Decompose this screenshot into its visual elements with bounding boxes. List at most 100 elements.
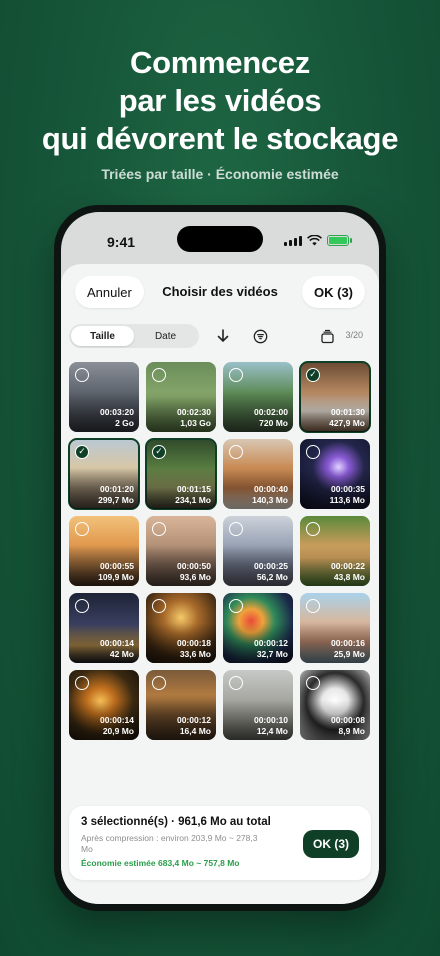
filter-icon[interactable] — [248, 324, 272, 348]
video-grid: 00:03:20 2 Go 00:02:30 1,03 Go 00:02:00 720 M… — [68, 361, 371, 740]
checkmark-icon[interactable]: ✓ — [306, 368, 320, 382]
status-icons — [284, 235, 352, 246]
select-circle-icon[interactable] — [152, 522, 166, 536]
select-circle-icon[interactable] — [75, 599, 89, 613]
video-tile[interactable]: 00:00:12 16,4 Mo — [146, 670, 216, 740]
sort-segmented-control: Taille Date — [69, 324, 199, 348]
video-duration: 00:00:25 — [253, 561, 288, 571]
video-size: 299,7 Mo — [98, 495, 134, 505]
video-duration: 00:00:55 — [99, 561, 134, 571]
video-duration: 00:01:20 — [99, 484, 134, 494]
video-tile[interactable]: 00:00:14 42 Mo — [69, 593, 139, 663]
video-tile[interactable]: 00:00:35 113,6 Mo — [300, 439, 370, 509]
select-circle-icon[interactable] — [75, 522, 89, 536]
video-size: 2 Go — [115, 418, 134, 428]
status-bar: 9:41 — [61, 212, 379, 262]
phone-screen: 9:41 Annuler Choisir des vidéos OK (3) T… — [61, 212, 379, 904]
checkmark-icon[interactable]: ✓ — [75, 445, 89, 459]
select-circle-icon[interactable] — [75, 676, 89, 690]
video-duration: 00:00:40 — [253, 484, 288, 494]
select-circle-icon[interactable] — [152, 676, 166, 690]
promo-headline: Commencez par les vidéos qui dévorent le… — [0, 44, 440, 158]
summary-total: 3 sélectionné(s) · 961,6 Mo au total — [81, 816, 271, 828]
select-circle-icon[interactable] — [229, 445, 243, 459]
video-tile[interactable]: 00:00:18 33,6 Mo — [146, 593, 216, 663]
video-duration: 00:03:20 — [99, 407, 134, 417]
video-tile[interactable]: 00:03:20 2 Go — [69, 362, 139, 432]
video-duration: 00:00:16 — [330, 638, 365, 648]
video-duration: 00:00:35 — [330, 484, 365, 494]
video-duration: 00:00:12 — [176, 715, 211, 725]
video-tile[interactable]: ✓ 00:01:30 427,9 Mo — [299, 361, 371, 433]
dynamic-island — [177, 226, 263, 252]
summary-savings: Économie estimée 683,4 Mo ~ 757,8 Mo — [81, 858, 240, 868]
video-size: 93,6 Mo — [179, 572, 211, 582]
video-tile[interactable]: 00:00:25 56,2 Mo — [223, 516, 293, 586]
video-tile[interactable]: 00:00:40 140,3 Mo — [223, 439, 293, 509]
video-tile[interactable]: ✓ 00:01:15 234,1 Mo — [145, 438, 217, 510]
video-size: 720 Mo — [259, 418, 288, 428]
video-tile[interactable]: 00:02:30 1,03 Go — [146, 362, 216, 432]
headline-line-2: par les vidéos — [118, 83, 322, 118]
select-circle-icon[interactable] — [306, 676, 320, 690]
select-circle-icon[interactable] — [75, 368, 89, 382]
video-size: 20,9 Mo — [102, 726, 134, 736]
battery-icon — [327, 235, 352, 246]
signal-icon — [284, 235, 302, 246]
cancel-button[interactable]: Annuler — [75, 276, 144, 308]
video-duration: 00:00:10 — [253, 715, 288, 725]
selection-summary: 3 sélectionné(s) · 961,6 Mo au total Apr… — [69, 806, 371, 880]
video-tile[interactable]: 00:00:10 12,4 Mo — [223, 670, 293, 740]
video-tile[interactable]: ✓ 00:01:20 299,7 Mo — [68, 438, 140, 510]
video-size: 25,9 Mo — [333, 649, 365, 659]
stack-icon[interactable] — [315, 324, 339, 348]
wifi-icon — [307, 235, 322, 246]
select-circle-icon[interactable] — [229, 676, 243, 690]
select-circle-icon[interactable] — [152, 599, 166, 613]
headline-line-3: qui dévorent le stockage — [41, 121, 399, 156]
arrow-down-icon[interactable] — [211, 324, 235, 348]
select-circle-icon[interactable] — [229, 522, 243, 536]
video-tile[interactable]: 00:00:22 43,8 Mo — [300, 516, 370, 586]
select-circle-icon[interactable] — [306, 445, 320, 459]
status-time: 9:41 — [107, 234, 136, 250]
video-duration: 00:00:14 — [99, 638, 134, 648]
video-size: 234,1 Mo — [175, 495, 211, 505]
video-tile[interactable]: 00:00:50 93,6 Mo — [146, 516, 216, 586]
video-size: 1,03 Go — [180, 418, 211, 428]
sort-option-date[interactable]: Date — [134, 326, 197, 346]
video-tile[interactable]: 00:00:16 25,9 Mo — [300, 593, 370, 663]
video-duration: 00:00:12 — [253, 638, 288, 648]
select-circle-icon[interactable] — [229, 599, 243, 613]
video-duration: 00:00:14 — [99, 715, 134, 725]
promo-subtitle: Triées par taille · Économie estimée — [101, 166, 339, 182]
video-tile[interactable]: 00:00:08 8,9 Mo — [300, 670, 370, 740]
video-size: 140,3 Mo — [252, 495, 288, 505]
ok-button-bottom[interactable]: OK (3) — [303, 830, 359, 858]
video-size: 32,7 Mo — [256, 649, 288, 659]
video-duration: 00:02:00 — [253, 407, 288, 417]
video-size: 427,9 Mo — [329, 418, 365, 428]
video-duration: 00:00:18 — [176, 638, 211, 648]
page-count: 3/20 — [345, 330, 363, 340]
video-size: 113,6 Mo — [329, 495, 365, 505]
video-size: 109,9 Mo — [98, 572, 134, 582]
sort-option-size[interactable]: Taille — [71, 326, 134, 346]
video-duration: 00:01:30 — [330, 407, 365, 417]
summary-compression: Après compression : environ 203,9 Mo ~ 2… — [81, 833, 258, 854]
video-duration: 00:00:22 — [330, 561, 365, 571]
video-tile[interactable]: 00:00:14 20,9 Mo — [69, 670, 139, 740]
video-duration: 00:02:30 — [176, 407, 211, 417]
video-size: 43,8 Mo — [333, 572, 365, 582]
video-tile[interactable]: 00:00:12 32,7 Mo — [223, 593, 293, 663]
select-circle-icon[interactable] — [229, 368, 243, 382]
video-tile[interactable]: 00:02:00 720 Mo — [223, 362, 293, 432]
select-circle-icon[interactable] — [152, 368, 166, 382]
video-picker-sheet: Annuler Choisir des vidéos OK (3) Taille… — [61, 264, 379, 904]
select-circle-icon[interactable] — [306, 599, 320, 613]
select-circle-icon[interactable] — [306, 522, 320, 536]
video-tile[interactable]: 00:00:55 109,9 Mo — [69, 516, 139, 586]
checkmark-icon[interactable]: ✓ — [152, 445, 166, 459]
phone-frame: 9:41 Annuler Choisir des vidéos OK (3) T… — [54, 205, 386, 911]
ok-button-top[interactable]: OK (3) — [302, 276, 365, 308]
